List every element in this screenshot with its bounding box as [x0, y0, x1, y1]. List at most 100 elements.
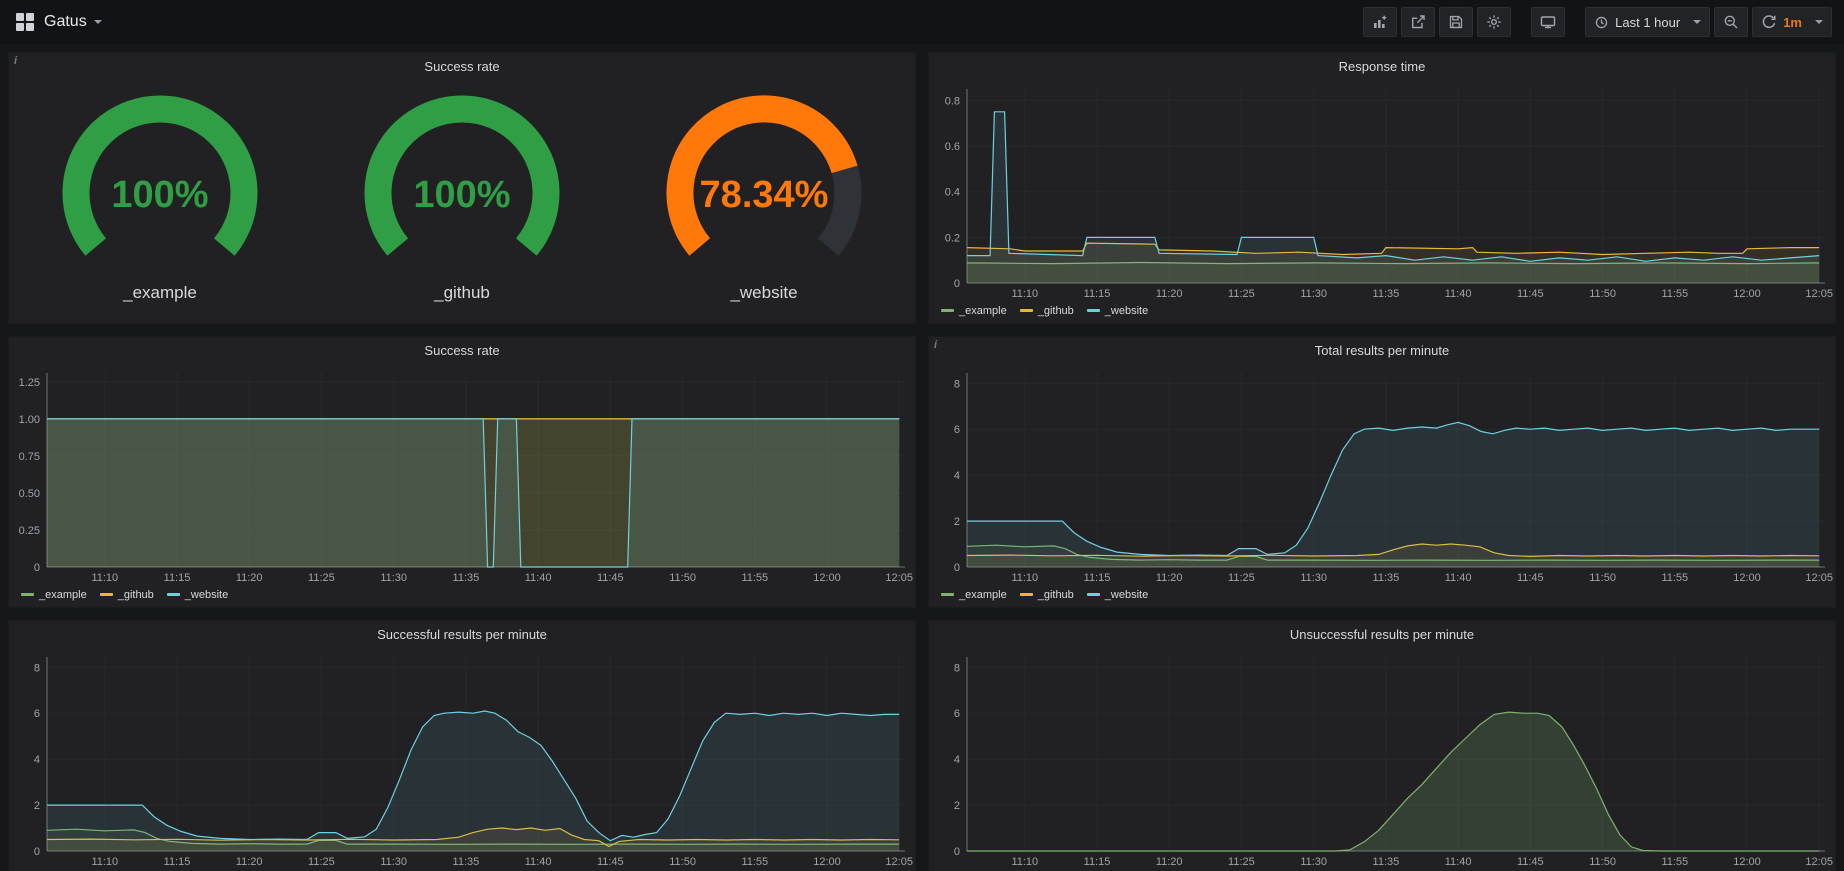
legend-series-label: _github: [118, 589, 154, 601]
gauge: 100%_example: [20, 83, 300, 303]
legend-series-icon: [21, 593, 34, 596]
svg-text:11:45: 11:45: [597, 856, 624, 868]
successful-results-chart[interactable]: 11:1011:1511:2011:2511:3011:3511:4011:45…: [9, 647, 915, 871]
legend-series-icon: [1087, 309, 1100, 312]
gauge-group: 100%_example100%_github78.34%_website: [9, 79, 915, 323]
legend-item[interactable]: _github: [1020, 305, 1074, 317]
legend-series-label: _github: [1038, 305, 1074, 317]
svg-text:11:50: 11:50: [669, 856, 696, 868]
legend-item[interactable]: _website: [167, 589, 228, 601]
svg-text:0.4: 0.4: [945, 187, 960, 199]
info-icon[interactable]: i: [9, 53, 24, 68]
svg-text:12:00: 12:00: [1733, 856, 1761, 868]
panel-title[interactable]: Response time: [929, 53, 1835, 79]
svg-text:11:10: 11:10: [91, 572, 118, 584]
svg-text:4: 4: [954, 754, 960, 766]
panel-title[interactable]: Success rate: [9, 337, 915, 363]
svg-text:78.34%: 78.34%: [700, 174, 829, 216]
gauge-arc: 78.34%: [624, 83, 904, 283]
svg-text:6: 6: [954, 708, 960, 720]
dashboard-title-dropdown[interactable]: Gatus: [44, 13, 102, 31]
svg-text:11:10: 11:10: [1011, 856, 1038, 868]
dashboard-grid-icon[interactable]: [16, 13, 34, 31]
svg-text:0.50: 0.50: [19, 488, 40, 500]
svg-text:12:00: 12:00: [1733, 288, 1761, 300]
legend-series-label: _website: [185, 589, 228, 601]
response-time-chart[interactable]: 11:1011:1511:2011:2511:3011:3511:4011:45…: [929, 79, 1835, 303]
navbar-actions: Last 1 hour 1m: [1363, 7, 1832, 37]
legend-item[interactable]: _github: [100, 589, 154, 601]
svg-text:12:05: 12:05: [1805, 288, 1833, 300]
svg-text:11:40: 11:40: [1445, 572, 1472, 584]
svg-text:0: 0: [34, 562, 40, 574]
dashboard-grid: i Success rate 100%_example100%_github78…: [0, 44, 1844, 871]
panel-title[interactable]: Successful results per minute: [9, 621, 915, 647]
chevron-down-icon: [94, 20, 102, 24]
chart-legend: _example _github _website: [929, 587, 1835, 607]
unsuccessful-results-chart[interactable]: 11:1011:1511:2011:2511:3011:3511:4011:45…: [929, 647, 1835, 871]
panel-response-time: Response time 11:1011:1511:2011:2511:301…: [928, 52, 1836, 324]
gauge: 100%_github: [322, 83, 602, 303]
refresh-interval-label: 1m: [1783, 15, 1802, 30]
success-rate-chart[interactable]: 11:1011:1511:2011:2511:3011:3511:4011:45…: [9, 363, 915, 587]
settings-button[interactable]: [1477, 7, 1511, 37]
add-panel-button[interactable]: [1363, 7, 1397, 37]
svg-text:0: 0: [954, 562, 960, 574]
svg-text:11:45: 11:45: [1517, 288, 1544, 300]
svg-text:11:30: 11:30: [1300, 572, 1327, 584]
svg-text:11:50: 11:50: [1589, 572, 1616, 584]
panel-title[interactable]: Success rate: [9, 53, 915, 79]
svg-text:11:20: 11:20: [1156, 856, 1183, 868]
legend-item[interactable]: _example: [941, 589, 1007, 601]
svg-text:6: 6: [34, 708, 40, 720]
svg-text:11:40: 11:40: [1445, 856, 1472, 868]
svg-text:11:25: 11:25: [308, 572, 335, 584]
share-button[interactable]: [1401, 7, 1435, 37]
legend-series-icon: [1087, 593, 1100, 596]
gear-icon: [1486, 14, 1502, 30]
refresh-icon: [1761, 14, 1777, 30]
legend-series-icon: [941, 593, 954, 596]
svg-text:11:30: 11:30: [380, 856, 407, 868]
svg-text:0.8: 0.8: [945, 95, 960, 107]
svg-text:11:40: 11:40: [1445, 288, 1472, 300]
save-button[interactable]: [1439, 7, 1473, 37]
legend-series-label: _github: [1038, 589, 1074, 601]
svg-text:11:10: 11:10: [91, 856, 118, 868]
svg-text:11:35: 11:35: [453, 856, 480, 868]
svg-text:11:55: 11:55: [1661, 856, 1688, 868]
svg-text:0: 0: [954, 278, 960, 290]
legend-item[interactable]: _website: [1087, 589, 1148, 601]
info-icon[interactable]: i: [929, 337, 944, 352]
svg-text:8: 8: [954, 378, 960, 390]
time-range-label: Last 1 hour: [1615, 15, 1680, 30]
svg-text:0.25: 0.25: [19, 525, 40, 537]
tv-mode-button[interactable]: [1531, 7, 1565, 37]
svg-text:2: 2: [34, 800, 40, 812]
add-panel-icon: [1372, 14, 1388, 30]
total-results-chart[interactable]: 11:1011:1511:2011:2511:3011:3511:4011:45…: [929, 363, 1835, 587]
legend-item[interactable]: _example: [941, 305, 1007, 317]
refresh-button[interactable]: 1m: [1752, 7, 1832, 37]
legend-series-icon: [1020, 309, 1033, 312]
time-range-picker[interactable]: Last 1 hour: [1585, 7, 1710, 37]
gauge-label: _github: [434, 283, 490, 303]
zoom-out-icon: [1723, 14, 1739, 30]
svg-text:4: 4: [954, 470, 960, 482]
svg-text:2: 2: [954, 516, 960, 528]
svg-text:11:30: 11:30: [380, 572, 407, 584]
zoom-out-button[interactable]: [1714, 7, 1748, 37]
svg-text:4: 4: [34, 754, 40, 766]
tv-icon: [1540, 14, 1556, 30]
panel-title[interactable]: Unsuccessful results per minute: [929, 621, 1835, 647]
gauge-arc: 100%: [322, 83, 602, 283]
legend-item[interactable]: _example: [21, 589, 87, 601]
svg-text:11:35: 11:35: [1373, 572, 1400, 584]
legend-item[interactable]: _website: [1087, 305, 1148, 317]
svg-text:12:05: 12:05: [1805, 572, 1833, 584]
share-icon: [1410, 14, 1426, 30]
panel-title[interactable]: Total results per minute: [929, 337, 1835, 363]
svg-text:11:25: 11:25: [308, 856, 335, 868]
svg-text:2: 2: [954, 800, 960, 812]
legend-item[interactable]: _github: [1020, 589, 1074, 601]
